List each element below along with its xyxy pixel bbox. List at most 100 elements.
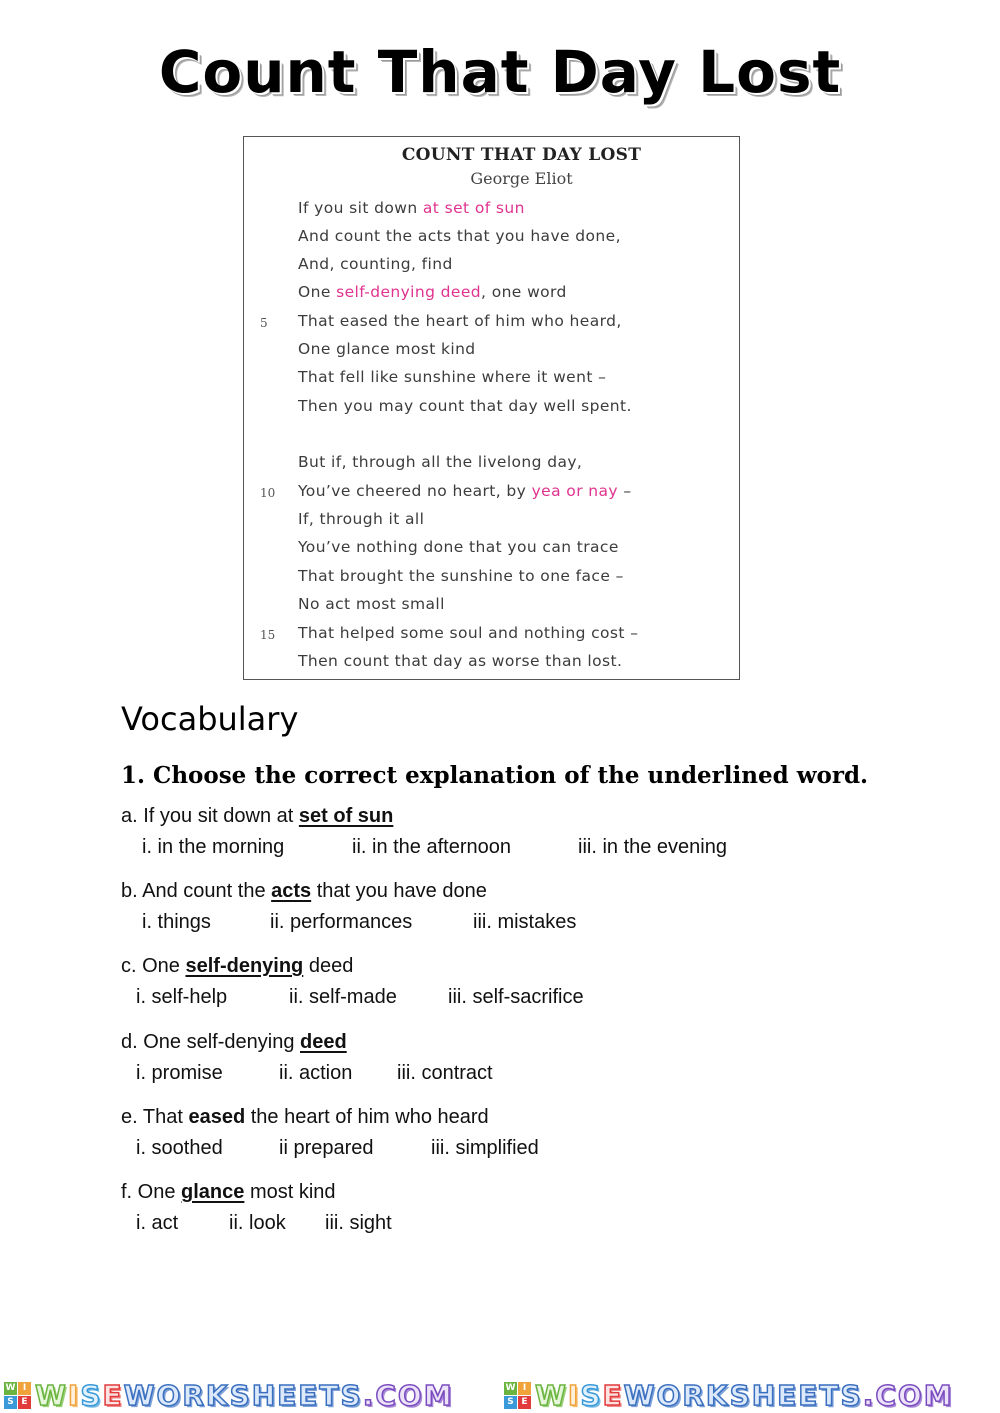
poem-title: COUNT THAT DAY LOST xyxy=(401,145,642,165)
section-heading-vocabulary: Vocabulary xyxy=(121,700,299,738)
poem-line-text: If you sit down at set of sun xyxy=(298,199,525,217)
question-letter: b. xyxy=(121,880,143,902)
answer-option[interactable]: i. promise xyxy=(136,1062,223,1085)
line-number: 10 xyxy=(260,486,276,500)
question-text: deed xyxy=(303,955,354,977)
brand-logo: W I S E WISEWORKSHEETS.COM xyxy=(4,1378,454,1412)
question-stem: b. And count the acts that you have done xyxy=(121,880,487,903)
answer-option[interactable]: ii. performances xyxy=(270,911,412,934)
grid-letter: S xyxy=(504,1395,517,1409)
question-letter: c. xyxy=(121,955,143,977)
question-letter: e. xyxy=(121,1106,143,1128)
answer-option[interactable]: ii. look xyxy=(229,1212,286,1235)
poem-line-text: One self-denying deed, one word xyxy=(298,283,567,301)
line-text: You’ve nothing done that you can trace xyxy=(298,538,619,556)
brand-text: WISEWORKSHEETS.COM xyxy=(534,1378,954,1413)
line-text: One glance most kind xyxy=(298,340,476,358)
poem-line-text: That fell like sunshine where it went – xyxy=(298,368,606,386)
highlighted-phrase: self-denying deed xyxy=(336,283,482,301)
question-text: that you have done xyxy=(311,880,487,902)
poem-line-text: No act most small xyxy=(298,595,445,613)
answer-option[interactable]: ii. self-made xyxy=(289,986,397,1009)
line-text: That fell like sunshine where it went – xyxy=(298,368,607,386)
question-text: One xyxy=(142,955,186,977)
line-text: And, counting, find xyxy=(298,255,453,273)
question-text: One self-denying xyxy=(143,1031,301,1053)
poem-line-text: Then count that day as worse than lost. xyxy=(298,652,622,670)
line-text: That eased the heart of him who heard, xyxy=(298,312,622,330)
footer-branding: W I S E WISEWORKSHEETS.COM W I S E WISEW… xyxy=(0,1376,1000,1412)
line-text: Then you may count that day well spent. xyxy=(298,397,632,415)
grid-letter: E xyxy=(518,1395,531,1409)
poem-line-text: And count the acts that you have done, xyxy=(298,227,621,245)
line-text: If, through it all xyxy=(298,510,425,528)
wise-grid-icon: W I S E xyxy=(4,1381,31,1409)
question-text: That xyxy=(142,1106,189,1128)
answer-option[interactable]: iii. contract xyxy=(397,1062,493,1085)
target-word: set of sun xyxy=(298,805,394,827)
question-letter: a. xyxy=(121,805,144,827)
question-text: One xyxy=(137,1181,182,1203)
answer-option[interactable]: iii. in the evening xyxy=(578,836,727,859)
answer-option[interactable]: ii prepared xyxy=(279,1137,374,1160)
answer-option[interactable]: i. act xyxy=(136,1212,178,1235)
line-number: 5 xyxy=(260,316,268,330)
answer-option[interactable]: i. self-help xyxy=(136,986,227,1009)
line-text: One xyxy=(298,283,337,301)
answer-option[interactable]: iii. sight xyxy=(325,1212,392,1235)
grid-letter: W xyxy=(4,1381,17,1395)
poem-line-text: That helped some soul and nothing cost – xyxy=(298,624,638,642)
highlighted-phrase: at set of sun xyxy=(422,199,525,217)
question-text: the heart of him who heard xyxy=(245,1106,489,1128)
exercise-instruction: 1. Choose the correct explanation of the… xyxy=(121,762,869,789)
answer-option[interactable]: iii. self-sacrifice xyxy=(448,986,584,1009)
answer-option[interactable]: i. soothed xyxy=(136,1137,223,1160)
line-text: No act most small xyxy=(298,595,445,613)
poem-line-text: But if, through all the livelong day, xyxy=(298,453,582,471)
line-text: – xyxy=(618,482,632,500)
answer-option[interactable]: ii. in the afternoon xyxy=(352,836,511,859)
line-text: You’ve cheered no heart, by xyxy=(298,482,532,500)
grid-letter: S xyxy=(4,1395,17,1409)
wise-grid-icon: W I S E xyxy=(504,1381,531,1409)
target-word: deed xyxy=(300,1031,347,1053)
line-text: But if, through all the livelong day, xyxy=(298,453,583,471)
line-number: 15 xyxy=(260,628,276,642)
brand-logo: W I S E WISEWORKSHEETS.COM xyxy=(504,1378,954,1413)
highlighted-phrase: yea or nay xyxy=(531,482,618,500)
grid-letter: I xyxy=(18,1381,31,1395)
line-text: If you sit down xyxy=(298,199,423,217)
target-word: acts xyxy=(271,880,312,902)
poem-image: COUNT THAT DAY LOST George Eliot If you … xyxy=(243,136,740,680)
line-text: Then count that day as worse than lost. xyxy=(298,652,623,670)
question-stem: a. If you sit down at set of sun xyxy=(121,805,393,828)
poem-line-text: You’ve nothing done that you can trace xyxy=(298,538,619,556)
poem-line-text: If, through it all xyxy=(298,510,424,528)
grid-letter: E xyxy=(18,1395,31,1409)
line-text: , one word xyxy=(481,283,567,301)
question-stem: f. One glance most kind xyxy=(121,1181,336,1204)
poem-line-text: That eased the heart of him who heard, xyxy=(298,312,622,330)
question-letter: d. xyxy=(121,1031,144,1053)
target-word: self-denying xyxy=(185,955,304,977)
page-title: Count That Day Lost xyxy=(158,38,842,106)
poem-author: George Eliot xyxy=(470,169,573,188)
question-text: If you sit down at xyxy=(143,805,299,827)
grid-letter: W xyxy=(504,1381,517,1395)
grid-letter: I xyxy=(518,1381,531,1395)
answer-option[interactable]: iii. mistakes xyxy=(473,911,576,934)
poem-line-text: You’ve cheered no heart, by yea or nay – xyxy=(298,482,631,500)
question-letter: f. xyxy=(121,1181,138,1203)
line-text: That brought the sunshine to one face – xyxy=(298,567,624,585)
answer-option[interactable]: i. things xyxy=(142,911,211,934)
question-stem: c. One self-denying deed xyxy=(121,955,353,978)
question-stem: d. One self-denying deed xyxy=(121,1031,347,1054)
poem-line-text: Then you may count that day well spent. xyxy=(298,397,632,415)
poem-line-text: And, counting, find xyxy=(298,255,453,273)
target-word: glance xyxy=(181,1181,245,1203)
line-text: And count the acts that you have done, xyxy=(298,227,621,245)
answer-option[interactable]: iii. simplified xyxy=(431,1137,539,1160)
question-text: And count the xyxy=(142,880,272,902)
answer-option[interactable]: ii. action xyxy=(279,1062,352,1085)
answer-option[interactable]: i. in the morning xyxy=(142,836,284,859)
